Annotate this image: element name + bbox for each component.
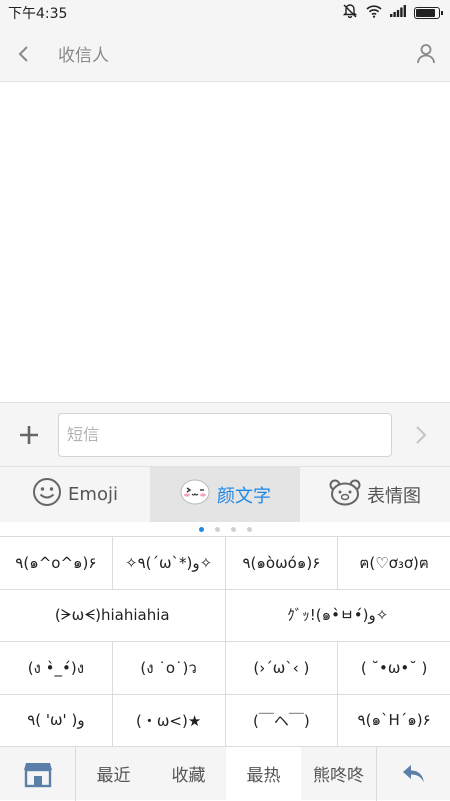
chevron-right-icon[interactable]: [392, 403, 450, 467]
kaomoji-item[interactable]: ٩( 'ω' )و: [0, 695, 113, 747]
person-icon[interactable]: [402, 26, 450, 82]
kaomoji-item[interactable]: ٩(๑^o^๑)۶: [0, 537, 113, 589]
compose-bar: [0, 402, 450, 466]
tab-stickers[interactable]: 表情图: [300, 467, 450, 522]
kaomoji-item[interactable]: ｸﾞｯ!(๑•̀ㅂ•́)و✧: [226, 590, 450, 642]
page-dot: [199, 527, 204, 532]
status-bar: 下午4:35: [0, 0, 450, 26]
store-icon[interactable]: [0, 747, 76, 801]
kaomoji-item[interactable]: (￣ヘ￣): [226, 695, 339, 747]
tab-stickers-label: 表情图: [367, 482, 421, 508]
kaomoji-item[interactable]: (ᗒωᗕ)hiahiahia: [0, 590, 226, 642]
recipient-title[interactable]: 收信人: [58, 41, 402, 66]
kaomoji-item[interactable]: ✧٩(ˊωˋ*)و✧: [113, 537, 226, 589]
return-arrow-icon[interactable]: [376, 747, 450, 801]
kaomoji-grid: ٩(๑^o^๑)۶ ✧٩(ˊωˋ*)و✧ ٩(๑òωó๑)۶ ฅ(♡ơ₃ơ)ฅ …: [0, 536, 450, 746]
kaomoji-face-icon: [179, 478, 211, 511]
kaomoji-item[interactable]: (ง ˙o˙)ว: [113, 642, 226, 694]
kaomoji-row: (ᗒωᗕ)hiahiahia ｸﾞｯ!(๑•̀ㅂ•́)و✧: [0, 590, 450, 643]
wifi-icon: [366, 4, 382, 22]
chevron-left-icon[interactable]: [0, 26, 48, 82]
battery-icon: [414, 7, 440, 19]
muted-bell-icon: [342, 3, 358, 23]
tab-kaomoji-label: 颜文字: [217, 482, 271, 508]
page-dot: [231, 527, 236, 532]
sms-input[interactable]: [58, 413, 392, 457]
keyboard-bottom-bar: 最近 收藏 最热 熊咚咚: [0, 746, 450, 800]
kaomoji-item[interactable]: (›´ω`‹ ): [226, 642, 339, 694]
category-favorites[interactable]: 收藏: [151, 747, 226, 801]
kaomoji-item[interactable]: (ง •̀_•́)ง: [0, 642, 113, 694]
page-indicator: [0, 522, 450, 536]
kaomoji-item[interactable]: ٩(๑`Н´๑)۶: [338, 695, 450, 747]
tab-kaomoji[interactable]: 颜文字: [150, 467, 300, 522]
bear-icon: [329, 478, 361, 511]
category-bear[interactable]: 熊咚咚: [301, 747, 376, 801]
kaomoji-item[interactable]: ٩(๑òωó๑)۶: [226, 537, 339, 589]
tab-emoji[interactable]: Emoji: [0, 467, 150, 522]
message-area: [0, 82, 450, 402]
kaomoji-item[interactable]: ( ˘•ω•˘ ): [338, 642, 450, 694]
smiley-icon: [32, 477, 62, 512]
plus-icon[interactable]: [0, 403, 58, 467]
page-dot: [215, 527, 220, 532]
kaomoji-row: (ง •̀_•́)ง (ง ˙o˙)ว (›´ω`‹ ) ( ˘•ω•˘ ): [0, 642, 450, 695]
page-dot: [247, 527, 252, 532]
tab-emoji-label: Emoji: [68, 484, 118, 505]
battery-level: [416, 9, 435, 17]
category-hot[interactable]: 最热: [226, 747, 301, 801]
kaomoji-item[interactable]: (・ω<)★: [113, 695, 226, 747]
header: 收信人: [0, 26, 450, 82]
kaomoji-row: ٩(๑^o^๑)۶ ✧٩(ˊωˋ*)و✧ ٩(๑òωó๑)۶ ฅ(♡ơ₃ơ)ฅ: [0, 537, 450, 590]
status-time: 下午4:35: [8, 3, 67, 23]
status-icons: [342, 3, 440, 23]
signal-icon: [390, 5, 406, 21]
kaomoji-row: ٩( 'ω' )و (・ω<)★ (￣ヘ￣) ٩(๑`Н´๑)۶: [0, 695, 450, 748]
keyboard-tabs: Emoji 颜文字 表情图: [0, 466, 450, 522]
kaomoji-item[interactable]: ฅ(♡ơ₃ơ)ฅ: [338, 537, 450, 589]
category-recent[interactable]: 最近: [76, 747, 151, 801]
